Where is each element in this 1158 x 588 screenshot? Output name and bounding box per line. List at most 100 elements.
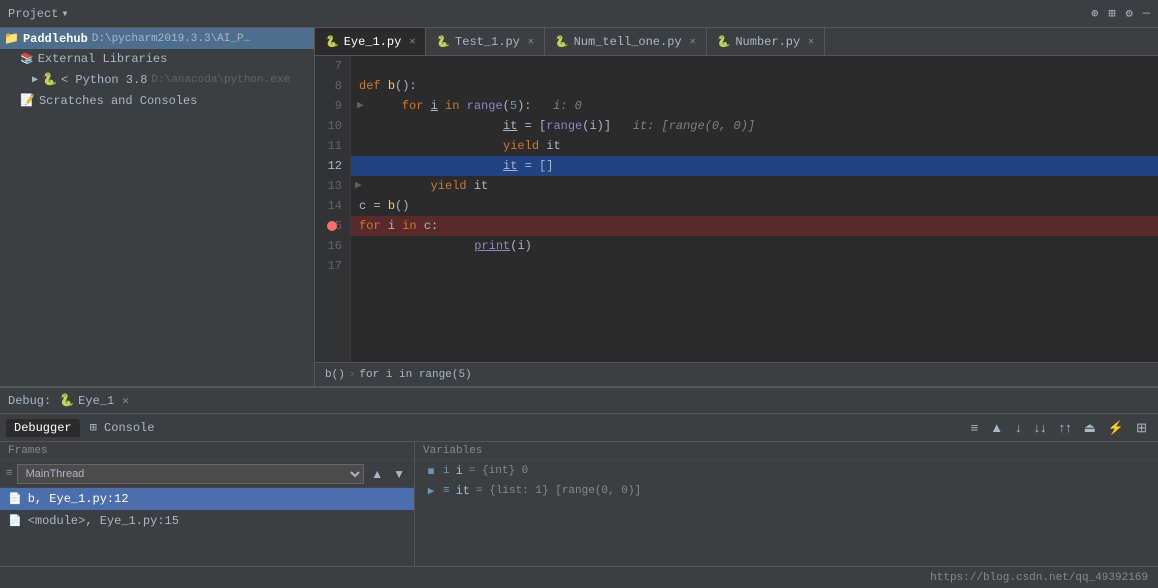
- breadcrumb-sep1: ›: [349, 369, 356, 381]
- project-path: D:\pycharm2019.3.3\AI_Paddle\Padd...: [92, 33, 252, 45]
- frames-label: Frames: [8, 445, 48, 457]
- ln-11: 11: [323, 136, 342, 156]
- ln-10: 10: [323, 116, 342, 136]
- ln-13: 13: [323, 176, 342, 196]
- frame1-label: b, Eye_1.py:12: [28, 492, 129, 506]
- debug-btn-eval[interactable]: ⚡: [1103, 418, 1129, 438]
- thread-select[interactable]: MainThread: [17, 464, 365, 484]
- sidebar-item-python[interactable]: ▶ 🐍 < Python 3.8 D:\anacoda\python.exe: [0, 69, 314, 90]
- code-line-14: c = b(): [351, 196, 1158, 216]
- frame1-file-icon: 📄: [8, 492, 22, 506]
- tab-numtellone-label: Num_tell_one.py: [574, 35, 682, 49]
- var-it-icon: ≡: [443, 485, 450, 497]
- ln-12: 12: [323, 156, 342, 176]
- frames-header: Frames: [0, 442, 414, 461]
- tab-number-close[interactable]: ✕: [808, 36, 814, 48]
- numtellone-file-icon: 🐍: [555, 35, 569, 49]
- external-libraries-label: External Libraries: [38, 52, 168, 66]
- frame2-file-icon: 📄: [8, 514, 22, 528]
- layout-icon[interactable]: ⊞: [1108, 6, 1115, 21]
- debug-header: Debug: 🐍 Eye_1 ✕: [0, 388, 1158, 414]
- tab-numtellone-close[interactable]: ✕: [690, 36, 696, 48]
- var-it-name: it: [456, 484, 470, 498]
- breadcrumb-b: b(): [325, 369, 345, 381]
- debug-btn-grid[interactable]: ⊞: [1131, 418, 1152, 438]
- tab-test1-label: Test_1.py: [455, 35, 520, 49]
- sidebar-item-external-libraries[interactable]: 📚 External Libraries: [0, 49, 314, 69]
- frame-item-1[interactable]: 📄 b, Eye_1.py:12: [0, 488, 414, 510]
- var-i-icon: i: [443, 465, 450, 477]
- ln-17: 17: [323, 256, 342, 276]
- test1-file-icon: 🐍: [436, 35, 450, 49]
- debug-session-icon: 🐍: [59, 393, 74, 408]
- project-name: Paddlehub: [23, 32, 88, 46]
- debug-btn-menu[interactable]: ≡: [966, 418, 984, 437]
- debug-btn-step-out[interactable]: ↑↑: [1054, 418, 1077, 437]
- number-file-icon: 🐍: [717, 35, 731, 49]
- debug-btn-up[interactable]: ▲: [985, 418, 1008, 437]
- code-line-7: [351, 56, 1158, 76]
- tab-eye1-label: Eye_1.py: [344, 35, 402, 49]
- var-it-type: = {list: 1} [range(0, 0)]: [476, 485, 641, 497]
- frame2-label: <module>, Eye_1.py:15: [28, 514, 179, 528]
- status-bar: https://blog.csdn.net/qq_49392169: [0, 566, 1158, 588]
- minimize-icon[interactable]: —: [1143, 6, 1150, 21]
- sidebar-item-scratches[interactable]: 📝 Scratches and Consoles: [0, 90, 314, 111]
- debug-btn-run-cursor[interactable]: ⏏: [1079, 418, 1101, 438]
- debug-session-name: Eye_1: [78, 394, 114, 408]
- python-path-label: D:\anacoda\python.exe: [151, 74, 290, 86]
- tab-number[interactable]: 🐍 Number.py ✕: [707, 28, 826, 55]
- scratches-label: Scratches and Consoles: [39, 94, 197, 108]
- eye1-file-icon: 🐍: [325, 35, 339, 49]
- tab-eye1-close[interactable]: ✕: [409, 36, 415, 48]
- var-item-it[interactable]: ▶ ≡ it = {list: 1} [range(0, 0)]: [415, 481, 1158, 501]
- var-item-i: ◼ i i = {int} 0: [415, 461, 1158, 481]
- tab-test1[interactable]: 🐍 Test_1.py ✕: [426, 28, 545, 55]
- ln-9: 9: [323, 96, 342, 116]
- main-layout: 📁 Paddlehub D:\pycharm2019.3.3\AI_Paddle…: [0, 28, 1158, 386]
- code-line-13: ▶ yield it: [351, 176, 1158, 196]
- tab-test1-close[interactable]: ✕: [528, 36, 534, 48]
- var-it-expand[interactable]: ▶: [425, 484, 437, 498]
- status-url: https://blog.csdn.net/qq_49392169: [930, 572, 1148, 584]
- ln-7: 7: [323, 56, 342, 76]
- debug-btn-step-into[interactable]: ↓↓: [1029, 418, 1052, 437]
- library-icon: 📚: [20, 52, 34, 66]
- code-editor[interactable]: 7 8 9 10 11 12 13 14 15 16 17: [315, 56, 1158, 362]
- project-label[interactable]: Project ▾: [8, 6, 69, 21]
- settings-icon[interactable]: ⚙: [1126, 6, 1133, 21]
- project-row[interactable]: 📁 Paddlehub D:\pycharm2019.3.3\AI_Paddle…: [0, 28, 314, 49]
- tab-eye1[interactable]: 🐍 Eye_1.py ✕: [315, 28, 426, 55]
- var-i-name: i: [456, 464, 463, 478]
- debug-tab-console[interactable]: ⊞ Console: [82, 418, 163, 437]
- sidebar-bottom: [0, 111, 314, 386]
- debug-body: Frames ≡ MainThread ▲ ▼ 📄 b, Eye_1.py:12…: [0, 442, 1158, 566]
- frame-item-2[interactable]: 📄 <module>, Eye_1.py:15: [0, 510, 414, 532]
- debug-label: Debug:: [8, 394, 51, 408]
- code-line-16: print(i): [351, 236, 1158, 256]
- console-icon: ⊞: [90, 421, 97, 435]
- debug-session-close[interactable]: ✕: [122, 394, 129, 408]
- python-icon: 🐍: [42, 72, 57, 87]
- ln-8: 8: [323, 76, 342, 96]
- add-icon[interactable]: ⊕: [1091, 6, 1098, 21]
- debug-tab-debugger[interactable]: Debugger: [6, 419, 80, 437]
- tab-numtellone[interactable]: 🐍 Num_tell_one.py ✕: [545, 28, 707, 55]
- editor-area: 🐍 Eye_1.py ✕ 🐍 Test_1.py ✕ 🐍 Num_tell_on…: [315, 28, 1158, 386]
- debug-toolbar: Debugger ⊞ Console ≡ ▲ ↓ ↓↓ ↑↑ ⏏ ⚡ ⊞: [0, 414, 1158, 442]
- debug-btn-step-over[interactable]: ↓: [1010, 418, 1027, 437]
- scratch-icon: 📝: [20, 93, 35, 108]
- thread-icon: ≡: [6, 468, 13, 480]
- thread-nav-down[interactable]: ▼: [390, 467, 408, 481]
- code-line-8: def b():: [351, 76, 1158, 96]
- variables-label: Variables: [423, 445, 482, 457]
- folder-icon: 📁: [4, 31, 19, 46]
- ln-16: 16: [323, 236, 342, 256]
- ln-14: 14: [323, 196, 342, 216]
- var-i-type: = {int} 0: [469, 465, 528, 477]
- code-line-17: [351, 256, 1158, 276]
- project-text: Project: [8, 7, 58, 21]
- thread-nav-up[interactable]: ▲: [368, 467, 386, 481]
- project-dropdown-icon[interactable]: ▾: [61, 6, 68, 21]
- line-numbers: 7 8 9 10 11 12 13 14 15 16 17: [315, 56, 351, 362]
